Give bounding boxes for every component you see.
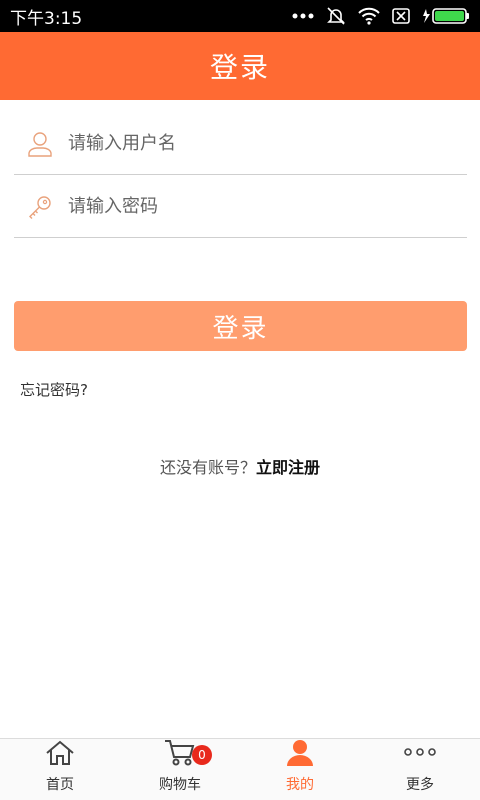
wifi-icon (358, 7, 380, 25)
mute-bell-icon (326, 6, 346, 26)
tab-cart-label: 购物车 (159, 777, 201, 793)
home-icon (45, 740, 75, 770)
forgot-password-link[interactable]: 忘记密码? (20, 379, 88, 400)
no-sim-icon (392, 8, 410, 24)
status-icons (292, 6, 470, 26)
tab-mine[interactable]: 我的 (240, 739, 360, 800)
user-icon (24, 128, 56, 160)
register-prompt: 还没有账号？立即注册 (0, 454, 480, 478)
page-header: 登录 (0, 32, 480, 100)
page-title: 登录 (209, 51, 270, 84)
password-input[interactable] (68, 196, 428, 217)
status-time: 下午3:15 (10, 8, 83, 29)
bottom-tabbar: 首页 0 购物车 我的 更多 (0, 738, 480, 800)
username-input[interactable] (68, 133, 428, 154)
password-row (14, 176, 467, 238)
tab-more-label: 更多 (406, 777, 434, 793)
more-dots-icon (292, 12, 314, 20)
username-row (14, 113, 467, 175)
tab-more[interactable]: 更多 (360, 739, 480, 800)
more-icon (402, 744, 438, 770)
login-button[interactable]: 登录 (14, 301, 467, 351)
status-bar: 下午3:15 (0, 0, 480, 32)
tab-cart[interactable]: 0 购物车 (120, 739, 240, 800)
person-icon (285, 738, 315, 770)
cart-badge: 0 (192, 745, 212, 765)
key-icon (24, 191, 56, 223)
tab-mine-label: 我的 (286, 777, 314, 793)
tab-home-label: 首页 (46, 777, 74, 793)
battery-icon (422, 8, 470, 24)
register-link[interactable]: 立即注册 (256, 458, 320, 477)
no-account-text: 还没有账号？ (159, 458, 256, 477)
tab-home[interactable]: 首页 (0, 739, 120, 800)
